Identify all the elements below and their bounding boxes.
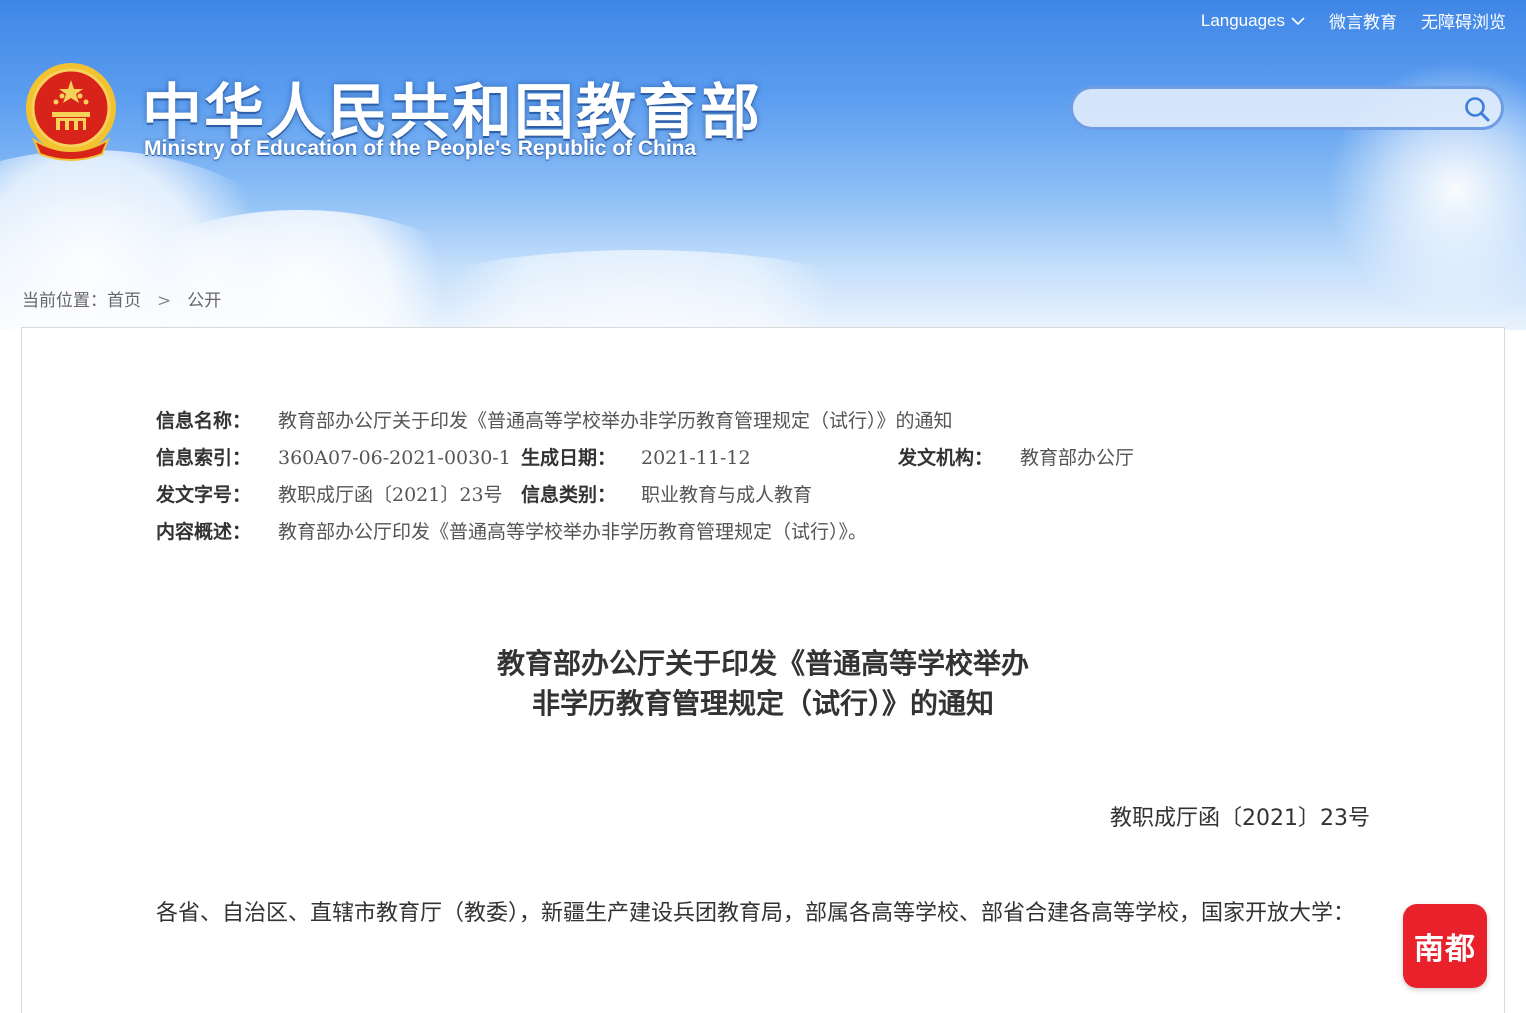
search-box (1070, 86, 1504, 130)
national-emblem-icon (26, 63, 116, 161)
date-label: 生成日期： (521, 447, 617, 469)
page: 中华人民共和国教育部 Ministry of Education of the … (0, 0, 1526, 1013)
category-value: 职业教育与成人教育 (641, 484, 813, 506)
index-value: 360A07-06-2021-0030-1 (278, 447, 511, 469)
document-title: 教育部办公厅关于印发《普通高等学校举办 非学历教育管理规定（试行）》的通知 (380, 644, 1146, 724)
languages-dropdown[interactable]: Languages (1201, 11, 1305, 31)
accessibility-link[interactable]: 无障碍浏览 (1421, 8, 1506, 33)
document-number: 教职成厅函〔2021〕23号 (1110, 806, 1370, 831)
summary-label: 内容概述： (156, 521, 252, 543)
summary-value: 教育部办公厅印发《普通高等学校举办非学历教育管理规定（试行）》。 (278, 521, 868, 543)
breadcrumb-current[interactable]: 公开 (187, 291, 221, 311)
doc-no-value: 教职成厅函〔2021〕23号 (278, 484, 503, 506)
document-recipients: 各省、自治区、直辖市教育厅（教委），新疆生产建设兵团教育局，部属各高等学校、部省… (156, 901, 1356, 926)
chevron-down-icon (1291, 16, 1305, 25)
breadcrumb-prefix: 当前位置： (22, 291, 107, 311)
breadcrumb-home-link[interactable]: 首页 (107, 291, 141, 311)
index-label: 信息索引： (156, 447, 252, 469)
languages-label: Languages (1200, 10, 1285, 30)
header-banner: 中华人民共和国教育部 Ministry of Education of the … (0, 0, 1526, 330)
weiyan-education-link[interactable]: 微言教育 (1329, 8, 1397, 33)
info-name-value: 教育部办公厅关于印发《普通高等学校举办非学历教育管理规定（试行）》的通知 (278, 410, 953, 432)
date-value: 2021-11-12 (641, 447, 751, 469)
top-nav: Languages 微言教育 无障碍浏览 (1201, 8, 1506, 34)
search-input[interactable] (1091, 95, 1455, 125)
breadcrumb-separator: > (157, 291, 172, 311)
issuer-label: 发文机构： (898, 447, 994, 469)
search-icon[interactable] (1463, 95, 1491, 123)
issuer-value: 教育部办公厅 (1020, 447, 1135, 469)
nandu-badge-button[interactable]: 南都 (1403, 904, 1487, 988)
doc-no-label: 发文字号： (156, 484, 252, 506)
document-title-line-1: 教育部办公厅关于印发《普通高等学校举办 (496, 647, 1029, 680)
category-label: 信息类别： (521, 484, 617, 506)
document-title-line-2: 非学历教育管理规定（试行）》的通知 (531, 687, 994, 720)
info-name-label: 信息名称： (156, 410, 252, 432)
site-subtitle: Ministry of Education of the People's Re… (144, 137, 697, 160)
breadcrumb: 当前位置：首页 > 公开 (22, 286, 221, 311)
